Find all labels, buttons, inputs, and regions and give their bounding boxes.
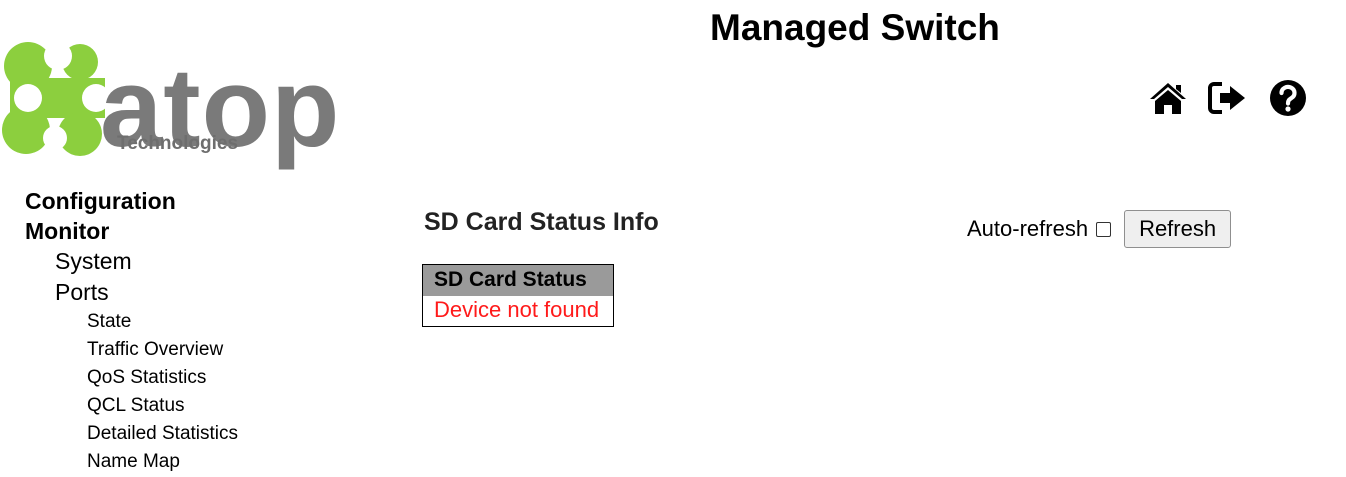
logo-subtitle: Technologies: [117, 133, 239, 154]
logout-icon[interactable]: [1207, 78, 1249, 118]
logo-mark-icon: [2, 42, 110, 156]
page: atop Technologies Managed Switch Configu…: [0, 0, 1346, 477]
help-icon[interactable]: [1267, 78, 1309, 118]
nav-system[interactable]: System: [25, 246, 355, 277]
page-title: SD Card Status Info: [424, 208, 659, 236]
sidebar-nav: Configuration Monitor System Ports State…: [25, 186, 355, 476]
nav-configuration[interactable]: Configuration: [25, 186, 355, 216]
atop-logo[interactable]: atop Technologies: [0, 38, 360, 164]
nav-ports[interactable]: Ports: [25, 277, 355, 308]
refresh-controls: Auto-refresh Refresh: [967, 207, 1232, 251]
auto-refresh-checkbox[interactable]: [1096, 221, 1112, 237]
nav-ports-traffic-overview[interactable]: Traffic Overview: [25, 336, 355, 364]
app-title: Managed Switch: [710, 7, 1000, 48]
sd-card-status-header: SD Card Status: [422, 264, 614, 296]
refresh-button[interactable]: Refresh: [1124, 210, 1232, 248]
sd-card-status-value: Device not found: [434, 297, 600, 322]
home-icon[interactable]: [1147, 78, 1189, 118]
nav-ports-state[interactable]: State: [25, 308, 355, 336]
nav-monitor[interactable]: Monitor: [25, 216, 355, 246]
nav-ports-name-map[interactable]: Name Map: [25, 448, 355, 476]
header-toolbar: [1147, 78, 1309, 118]
sd-card-status-table: SD Card Status Device not found: [422, 264, 615, 327]
nav-ports-qcl-status[interactable]: QCL Status: [25, 392, 355, 420]
auto-refresh-label: Auto-refresh: [967, 216, 1089, 241]
nav-ports-qos-statistics[interactable]: QoS Statistics: [25, 364, 355, 392]
nav-ports-detailed-statistics[interactable]: Detailed Statistics: [25, 420, 355, 448]
